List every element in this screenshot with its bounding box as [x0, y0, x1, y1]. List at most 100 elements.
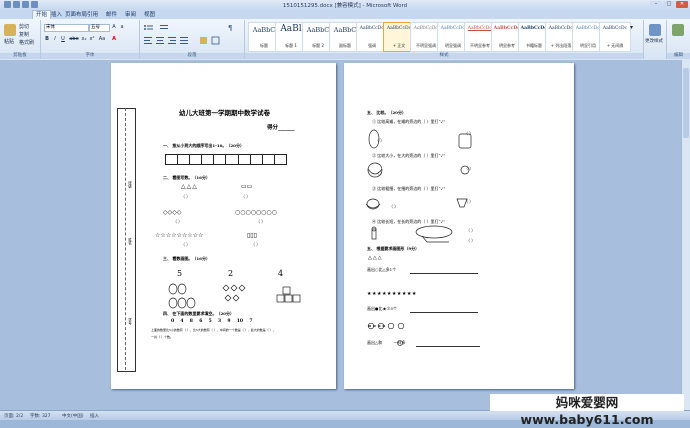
q2-blank-4[interactable]: （ ）: [256, 220, 265, 224]
subscript-button[interactable]: x₂: [81, 36, 87, 42]
font-group: 宋体 五号 A a B I U abe x₂ x² Aa A 字体: [41, 20, 140, 59]
exam-title: 幼儿大班第一学期期中数学试卷: [179, 109, 270, 117]
styles-group: AaBbC 标题 AaBl 标题 1 AaBbC 标题 2 AaBbC 副标题 AaBb…: [245, 20, 644, 59]
style-no-spacing[interactable]: AaBbCcDc + 无间隔: [599, 22, 631, 52]
q5-item-1: ① 比较高矮，在矮的旁边的（ ）里打“✓”: [372, 119, 446, 124]
numbering-icon[interactable]: [160, 25, 168, 29]
insert-mode-indicator[interactable]: 插入: [90, 413, 99, 419]
cut-button[interactable]: 剪切: [19, 23, 29, 30]
find-icon[interactable]: [672, 24, 684, 36]
underline-button[interactable]: U: [60, 36, 66, 42]
style-sample: AaBbCcDc: [602, 26, 628, 31]
superscript-button[interactable]: x²: [89, 36, 95, 42]
q4-number-row: 0 4 8 6 5 3 9 10 7: [171, 319, 253, 324]
styles-more-icon[interactable]: ▾: [630, 24, 633, 31]
q5-blank-8[interactable]: （ ）: [466, 239, 475, 243]
align-left-icon[interactable]: [144, 37, 152, 44]
q5-blank-1[interactable]: （ ）: [464, 132, 473, 136]
copy-button[interactable]: 复制: [19, 31, 29, 38]
title-bar: 1510151295.docx [兼容模式] - Microsoft Word …: [0, 0, 690, 10]
q2-cups: ▭▭: [241, 183, 253, 190]
q2-drums: ▯▯▯: [247, 232, 257, 239]
styles-group-label: 样式: [245, 53, 643, 59]
tab-mailings[interactable]: 邮件: [103, 11, 120, 19]
close-button[interactable]: ✕: [676, 1, 688, 8]
tab-review[interactable]: 审阅: [122, 11, 139, 19]
q2-blank-6[interactable]: （ ）: [251, 243, 260, 247]
strikethrough-button[interactable]: abe: [69, 36, 79, 42]
vertical-scrollbar[interactable]: [681, 60, 690, 410]
grid-cell[interactable]: [166, 155, 179, 164]
change-case-button[interactable]: Aa: [98, 36, 106, 42]
borders-icon[interactable]: [211, 36, 220, 45]
justify-icon[interactable]: [180, 37, 188, 44]
question-6: 五、 根据要求画图形（9分）: [367, 246, 420, 251]
bold-button[interactable]: B: [44, 36, 50, 42]
q5-blank-3[interactable]: （ ）: [464, 167, 473, 171]
number-grid[interactable]: [165, 154, 287, 165]
page-2[interactable]: 五、 比较。（20分） ① 比较高矮，在矮的旁边的（ ）里打“✓” ② 比较大小…: [344, 63, 574, 389]
q5-blank-2[interactable]: （ ）: [375, 139, 384, 143]
q6-answer-line-3[interactable]: [416, 346, 480, 347]
question-1: 一、 按从小到大的顺序写出1-10。（20分）: [163, 143, 244, 148]
maximize-button[interactable]: □: [663, 1, 675, 8]
format-painter-button[interactable]: 格式刷: [19, 39, 34, 46]
q6-instruction-2: 画出●比★少5个: [367, 306, 398, 311]
bullets-icon[interactable]: [144, 25, 153, 30]
grid-cell[interactable]: [239, 155, 251, 164]
q6-answer-line-1[interactable]: [410, 273, 478, 274]
font-color-button[interactable]: A: [111, 36, 117, 42]
q6-triangles: △△△: [368, 255, 383, 261]
q2-stars: ☆☆☆☆☆☆☆☆☆: [155, 232, 204, 239]
font-group-label: 字体: [41, 53, 139, 59]
question-3: 三、 看数画图。（16分）: [163, 256, 210, 261]
tab-view[interactable]: 视图: [141, 11, 158, 19]
change-styles-button[interactable]: 更改样式: [645, 38, 663, 44]
change-styles-icon[interactable]: [649, 24, 661, 36]
document-workspace[interactable]: 班级 姓名 学号 幼儿大班第一学期期中数学试卷 得分______ 一、 按从小到…: [0, 60, 690, 410]
grid-cell[interactable]: [190, 155, 203, 164]
grid-cell[interactable]: [214, 155, 227, 164]
grid-cell[interactable]: [178, 155, 191, 164]
q2-blank-3[interactable]: （ ）: [173, 220, 182, 224]
tab-references[interactable]: 引用: [84, 11, 101, 19]
shading-icon[interactable]: [200, 37, 207, 44]
italic-button[interactable]: I: [52, 36, 58, 42]
binding-line: [125, 108, 126, 370]
q2-blank-2[interactable]: （ ）: [241, 195, 250, 199]
q6-answer-line-2[interactable]: [410, 312, 478, 313]
q2-blank-5[interactable]: （ ）: [181, 243, 190, 247]
minimize-button[interactable]: –: [650, 1, 662, 8]
align-right-icon[interactable]: [168, 37, 176, 44]
font-size-select[interactable]: 五号: [89, 24, 110, 32]
grow-font-icon[interactable]: A: [111, 24, 117, 30]
paste-icon[interactable]: [4, 24, 16, 36]
q6-instruction-1: 画出○比△多1个: [367, 267, 397, 272]
question-5: 五、 比较。（20分）: [367, 110, 406, 115]
q5-blank-7[interactable]: （ ）: [466, 229, 475, 233]
language-indicator[interactable]: 中文(中国): [62, 413, 84, 419]
grid-cell[interactable]: [251, 155, 263, 164]
grid-cell[interactable]: [202, 155, 215, 164]
grid-cell[interactable]: [275, 155, 286, 164]
ribbon-tabs: 开始 插入 页面布局 引用 邮件 审阅 视图: [0, 10, 690, 19]
paste-button[interactable]: 粘贴: [4, 38, 14, 45]
align-center-icon[interactable]: [156, 37, 164, 44]
show-marks-icon[interactable]: ¶: [228, 24, 232, 32]
q5-blank-6[interactable]: （ ）: [389, 205, 398, 209]
shrink-font-icon[interactable]: a: [119, 24, 125, 30]
page-1[interactable]: 班级 姓名 学号 幼儿大班第一学期期中数学试卷 得分______ 一、 按从小到…: [111, 63, 336, 389]
binding-id-label: 学号: [128, 318, 133, 325]
grid-cell[interactable]: [263, 155, 275, 164]
page-count[interactable]: 页面: 2/2: [4, 413, 23, 419]
scrollbar-thumb[interactable]: [683, 68, 689, 138]
q2-blank-1[interactable]: （ ）: [181, 195, 190, 199]
q5-pictures: [365, 129, 472, 243]
grid-cell[interactable]: [226, 155, 239, 164]
q5-blank-4[interactable]: （ ）: [375, 172, 384, 176]
question-2: 二、 看图写数。（16分）: [163, 175, 210, 180]
editing-group-label: 编辑: [667, 53, 690, 59]
word-count[interactable]: 字数: 327: [30, 413, 51, 419]
font-name-select[interactable]: 宋体: [44, 24, 89, 32]
q5-blank-5[interactable]: （ ）: [464, 200, 473, 204]
